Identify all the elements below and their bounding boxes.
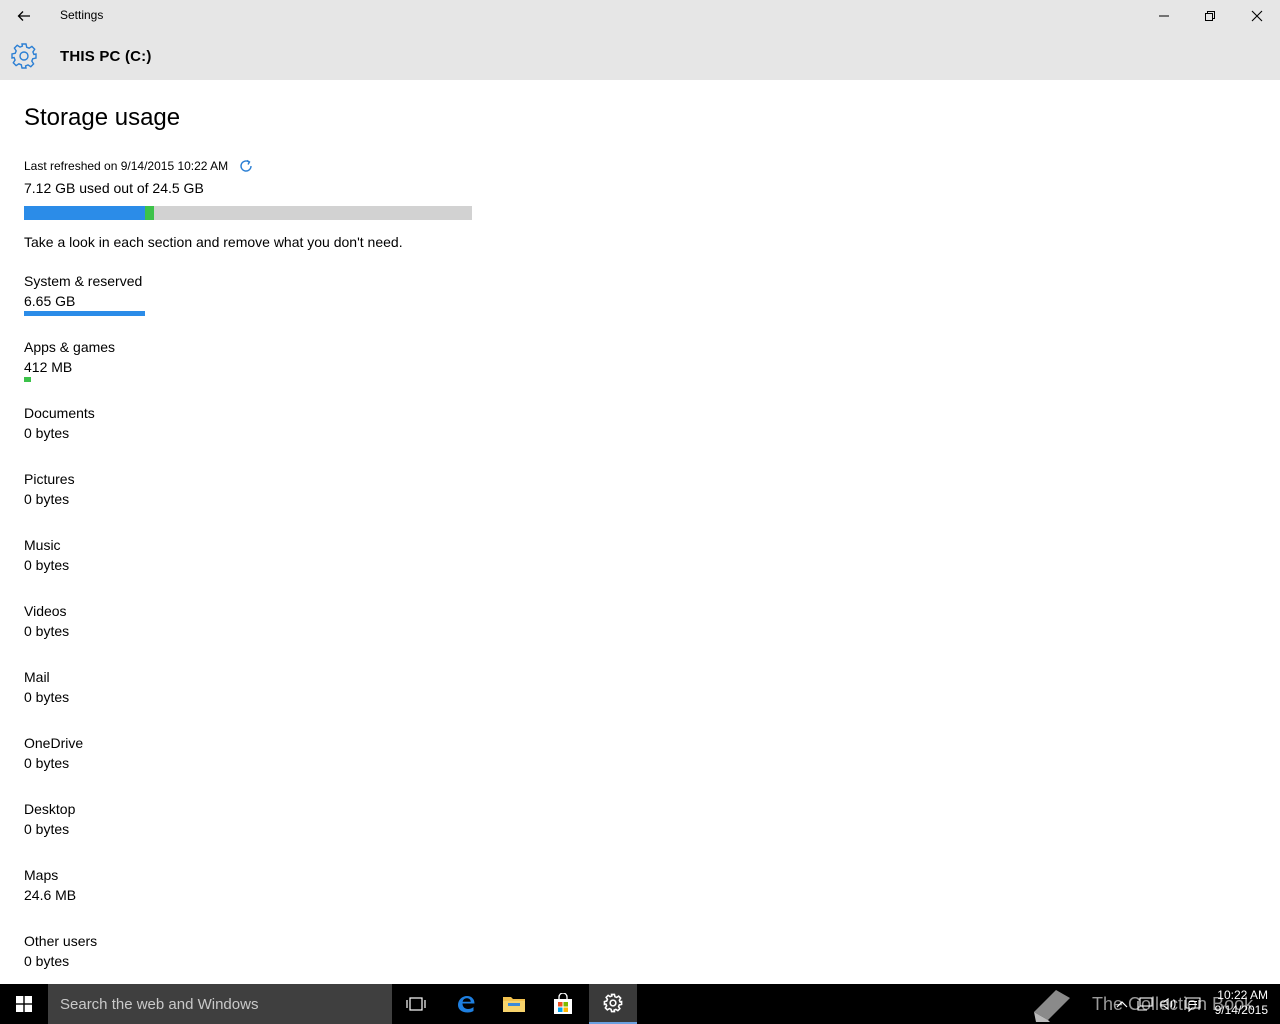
title-bar: Settings — [0, 0, 1280, 32]
book-icon — [1034, 990, 1070, 1022]
category-system-reserved[interactable]: System & reserved 6.65 GB — [24, 273, 424, 333]
category-name: Music — [24, 537, 61, 553]
category-size: 412 MB — [24, 359, 73, 375]
category-videos[interactable]: Videos 0 bytes — [24, 603, 424, 663]
windows-logo-icon — [16, 996, 32, 1012]
edge-browser-button[interactable] — [442, 984, 490, 1024]
network-icon — [1137, 997, 1153, 1011]
edge-icon — [458, 996, 475, 1013]
task-view-icon — [406, 997, 426, 1011]
refresh-row: Last refreshed on 9/14/2015 10:22 AM — [24, 158, 254, 174]
category-size: 0 bytes — [24, 953, 70, 969]
gear-icon — [603, 993, 623, 1013]
section-heading: Storage usage — [24, 104, 181, 131]
category-size: 0 bytes — [24, 557, 70, 573]
restore-icon — [1205, 11, 1215, 21]
taskbar: The Collection Book 10:22 AM 9/14/2015 — [0, 984, 1280, 1024]
notification-icon — [1185, 996, 1201, 1012]
category-size: 24.6 MB — [24, 887, 77, 903]
category-name: Videos — [24, 603, 67, 619]
category-size: 0 bytes — [24, 425, 70, 441]
hint-text: Take a look in each section and remove w… — [24, 234, 403, 250]
settings-taskbar-button[interactable] — [589, 984, 637, 1024]
refresh-icon[interactable] — [238, 158, 254, 174]
back-button[interactable] — [0, 0, 48, 32]
window-title: Settings — [60, 8, 104, 22]
category-apps-games[interactable]: Apps & games 412 MB — [24, 339, 424, 399]
category-pictures[interactable]: Pictures 0 bytes — [24, 471, 424, 531]
category-size: 0 bytes — [24, 623, 70, 639]
category-name: Maps — [24, 867, 59, 883]
clock-date: 9/14/2015 — [1214, 1003, 1268, 1017]
taskbar-search-box[interactable] — [48, 984, 392, 1024]
minimize-button[interactable] — [1141, 0, 1187, 32]
close-button[interactable] — [1234, 0, 1280, 32]
restore-button[interactable] — [1187, 0, 1233, 32]
close-icon — [1251, 10, 1263, 22]
category-name: OneDrive — [24, 735, 84, 751]
category-desktop[interactable]: Desktop 0 bytes — [24, 801, 424, 861]
store-icon — [554, 993, 572, 1014]
page-header: THIS PC (C:) — [0, 32, 1280, 80]
category-size: 0 bytes — [24, 491, 70, 507]
store-button[interactable] — [539, 984, 587, 1024]
taskbar-clock[interactable]: 10:22 AM 9/14/2015 — [1204, 988, 1268, 1018]
category-name: Other users — [24, 933, 98, 949]
file-explorer-button[interactable] — [490, 984, 538, 1024]
used-space-text: 7.12 GB used out of 24.5 GB — [24, 180, 204, 196]
network-button[interactable] — [1134, 984, 1156, 1024]
chevron-up-icon — [1116, 1001, 1128, 1008]
volume-button[interactable] — [1158, 984, 1180, 1024]
speaker-icon — [1160, 997, 1176, 1011]
category-documents[interactable]: Documents 0 bytes — [24, 405, 424, 465]
clock-time: 10:22 AM — [1217, 988, 1268, 1002]
category-usage-bar — [24, 377, 31, 382]
minimize-icon — [1159, 15, 1169, 17]
category-name: Pictures — [24, 471, 75, 487]
category-name: Apps & games — [24, 339, 116, 355]
action-center-button[interactable] — [1182, 984, 1204, 1024]
search-input[interactable] — [60, 994, 380, 1014]
storage-usage-bar — [24, 206, 472, 220]
category-onedrive[interactable]: OneDrive 0 bytes — [24, 735, 424, 795]
show-hidden-icons-button[interactable] — [1112, 984, 1132, 1024]
gear-icon — [11, 43, 37, 69]
usage-bar-system-segment — [24, 206, 145, 220]
category-name: Mail — [24, 669, 50, 685]
usage-bar-apps-segment — [145, 206, 154, 220]
category-size: 6.65 GB — [24, 293, 76, 309]
category-usage-bar — [24, 311, 145, 316]
content-area: Storage usage Last refreshed on 9/14/201… — [24, 80, 1264, 984]
category-music[interactable]: Music 0 bytes — [24, 537, 424, 597]
last-refreshed-text: Last refreshed on 9/14/2015 10:22 AM — [24, 159, 229, 173]
page-title: THIS PC (C:) — [60, 48, 152, 65]
category-mail[interactable]: Mail 0 bytes — [24, 669, 424, 729]
task-view-button[interactable] — [392, 984, 440, 1024]
start-button[interactable] — [0, 984, 48, 1024]
category-name: System & reserved — [24, 273, 143, 289]
category-name: Documents — [24, 405, 95, 421]
back-arrow-icon — [17, 11, 30, 21]
category-size: 0 bytes — [24, 755, 70, 771]
category-size: 0 bytes — [24, 689, 70, 705]
category-size: 0 bytes — [24, 821, 70, 837]
category-maps[interactable]: Maps 24.6 MB — [24, 867, 424, 927]
folder-icon — [503, 997, 525, 1012]
category-name: Desktop — [24, 801, 76, 817]
